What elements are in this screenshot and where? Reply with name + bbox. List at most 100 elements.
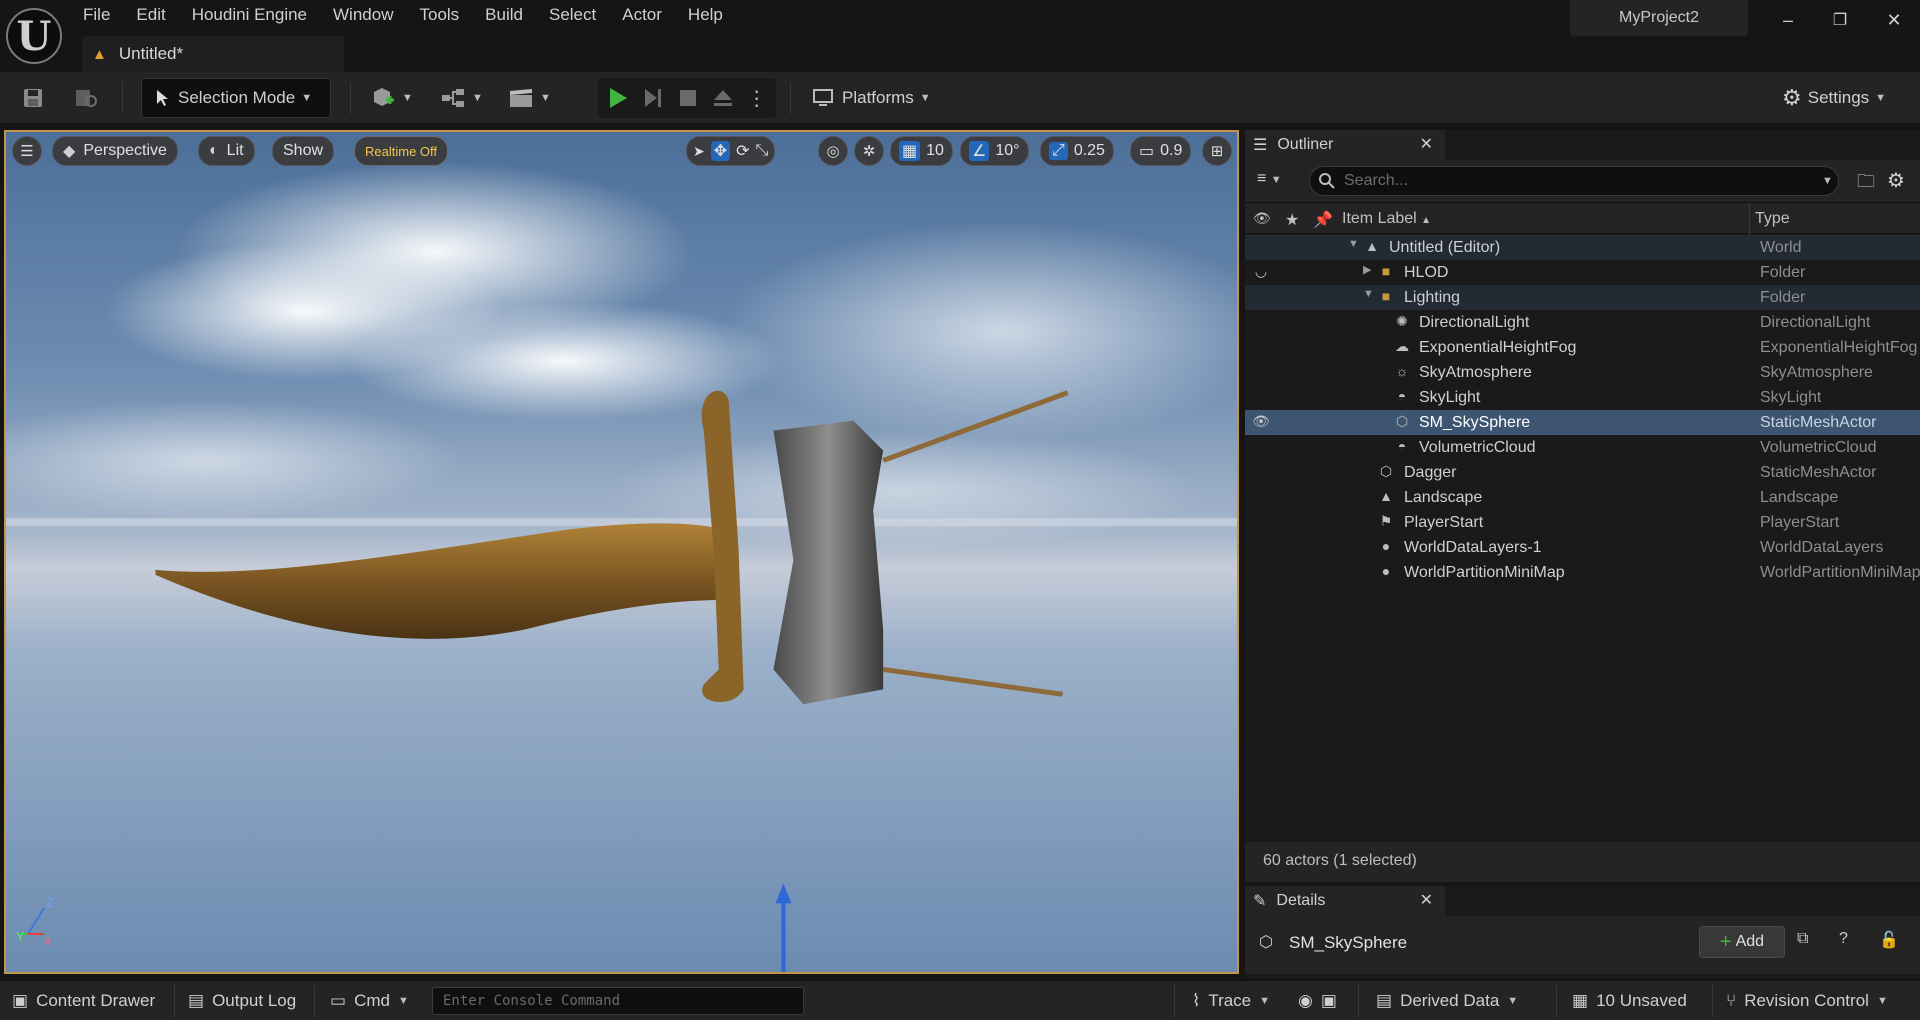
- derived-data-dropdown[interactable]: ▤ Derived Data ▼: [1376, 987, 1518, 1015]
- close-window-button[interactable]: ✕: [1874, 4, 1914, 36]
- menu-actor[interactable]: Actor: [609, 0, 675, 30]
- rotation-snap-toggle[interactable]: ∠ 10°: [960, 136, 1029, 166]
- console-command-input[interactable]: [432, 987, 804, 1015]
- filter-dropdown[interactable]: ≡ ▼: [1257, 170, 1282, 188]
- gear-icon[interactable]: ⚙: [1887, 168, 1905, 193]
- close-icon[interactable]: ✕: [1420, 890, 1433, 910]
- level-tab[interactable]: ▲ Untitled*: [82, 36, 344, 72]
- play-icon[interactable]: [607, 86, 629, 110]
- menu-edit[interactable]: Edit: [123, 0, 178, 30]
- outliner-row[interactable]: ✺ DirectionalLight DirectionalLight: [1245, 310, 1920, 335]
- blueprints-dropdown[interactable]: ▼: [440, 78, 483, 118]
- cmd-dropdown[interactable]: ▭ Cmd ▼: [330, 987, 409, 1015]
- add-actor-dropdown[interactable]: ▼: [370, 78, 413, 118]
- outliner-row[interactable]: ● WorldDataLayers-1 WorldDataLayers: [1245, 535, 1920, 560]
- menu-window[interactable]: Window: [320, 0, 406, 30]
- rotate-tool-icon[interactable]: ⟳: [736, 141, 749, 161]
- outliner-row-selected[interactable]: 👁 ⬡ SM_SkySphere StaticMeshActor: [1245, 410, 1920, 435]
- eye-icon[interactable]: 👁: [1251, 413, 1271, 430]
- menu-build[interactable]: Build: [472, 0, 536, 30]
- branch-icon: ⑂: [1726, 991, 1737, 1010]
- menu-tools[interactable]: Tools: [406, 0, 472, 30]
- help-icon[interactable]: ?: [1839, 930, 1848, 948]
- favorite-column-icon[interactable]: ★: [1285, 210, 1299, 230]
- outliner-row[interactable]: ⚑ PlayerStart PlayerStart: [1245, 510, 1920, 535]
- platforms-dropdown[interactable]: Platforms ▼: [812, 78, 931, 118]
- hamburger-icon: ☰: [20, 143, 34, 160]
- outliner-search[interactable]: ▼: [1309, 166, 1839, 196]
- search-input[interactable]: [1344, 172, 1814, 190]
- clapperboard-icon: [510, 89, 532, 107]
- directional-light-icon: ✺: [1396, 313, 1408, 329]
- record-buttons[interactable]: ◉ ▣: [1298, 987, 1337, 1015]
- menu-file[interactable]: File: [70, 0, 123, 30]
- status-bar: ▣ Content Drawer ▤ Output Log ▭ Cmd ▼ ⌇ …: [0, 980, 1920, 1020]
- outliner-tab[interactable]: ☰ Outliner ✕: [1245, 130, 1445, 160]
- expand-icon[interactable]: ▶: [1363, 263, 1371, 276]
- settings-dropdown[interactable]: ⚙ Settings ▼: [1782, 78, 1886, 118]
- item-label-header[interactable]: Item Label ▲: [1342, 210, 1431, 228]
- close-icon[interactable]: ✕: [1420, 134, 1433, 154]
- content-drawer-button[interactable]: ▣ Content Drawer: [12, 987, 155, 1015]
- camera-speed-button[interactable]: ▭ 0.9: [1130, 136, 1192, 166]
- outliner-row[interactable]: ▲ Landscape Landscape: [1245, 485, 1920, 510]
- viewport-scene: [6, 161, 1237, 972]
- new-folder-icon[interactable]: 🗀: [1857, 169, 1875, 199]
- chevron-down-icon[interactable]: ▼: [1822, 175, 1833, 187]
- viewport-menu-button[interactable]: ☰: [12, 136, 42, 166]
- output-log-button[interactable]: ▤ Output Log: [188, 987, 296, 1015]
- restore-button[interactable]: ❐: [1820, 4, 1860, 36]
- outliner-row[interactable]: ◓ VolumetricCloud VolumetricCloud: [1245, 435, 1920, 460]
- selection-mode-dropdown[interactable]: Selection Mode ▼: [141, 78, 331, 118]
- surface-snapping-button[interactable]: ✲: [854, 136, 884, 166]
- collapse-icon[interactable]: ▼: [1348, 238, 1359, 250]
- revision-control-dropdown[interactable]: ⑂ Revision Control ▼: [1726, 987, 1888, 1015]
- translate-tool-icon[interactable]: ✥: [710, 141, 731, 161]
- cinematics-dropdown[interactable]: ▼: [508, 78, 551, 118]
- pin-column-icon[interactable]: 📌: [1313, 210, 1333, 230]
- chevron-down-icon: ▼: [1875, 92, 1887, 104]
- details-tab[interactable]: ✎ Details ✕: [1245, 886, 1445, 916]
- advance-frame-icon[interactable]: [642, 86, 664, 110]
- view-mode-dropdown[interactable]: ◐ Lit: [198, 136, 255, 166]
- unreal-logo[interactable]: U: [6, 8, 62, 64]
- outliner-row[interactable]: ● WorldPartitionMiniMap WorldPartitionMi…: [1245, 560, 1920, 585]
- hidden-eye-icon[interactable]: ◡: [1251, 263, 1271, 280]
- outliner-row[interactable]: ▼ ■ Lighting Folder: [1245, 285, 1920, 310]
- stop-icon[interactable]: [677, 86, 699, 110]
- menu-houdini-engine[interactable]: Houdini Engine: [179, 0, 320, 30]
- eject-icon[interactable]: [712, 86, 734, 110]
- lock-icon[interactable]: 🔓: [1879, 930, 1899, 950]
- outliner-row[interactable]: ◓ SkyLight SkyLight: [1245, 385, 1920, 410]
- browse-level-button[interactable]: [72, 78, 102, 118]
- viewport-layout-button[interactable]: ⊞: [1202, 136, 1232, 166]
- realtime-off-badge[interactable]: Realtime Off: [354, 136, 449, 166]
- menu-help[interactable]: Help: [675, 0, 736, 30]
- save-button[interactable]: [18, 78, 48, 118]
- height-fog-icon: ☁: [1395, 338, 1409, 354]
- menu-select[interactable]: Select: [536, 0, 609, 30]
- outliner-row[interactable]: ☁ ExponentialHeightFog ExponentialHeight…: [1245, 335, 1920, 360]
- more-options-icon[interactable]: ⋮: [747, 86, 767, 111]
- show-dropdown[interactable]: Show: [272, 136, 335, 166]
- select-tool-icon[interactable]: ➤: [693, 143, 705, 160]
- outliner-row[interactable]: ⬡ Dagger StaticMeshActor: [1245, 460, 1920, 485]
- visibility-column-icon[interactable]: 👁: [1253, 210, 1271, 227]
- minimize-button[interactable]: –: [1768, 4, 1808, 36]
- grid-snap-toggle[interactable]: ▦ 10: [890, 136, 953, 166]
- outliner-row[interactable]: ◡ ▶ ■ HLOD Folder: [1245, 260, 1920, 285]
- outliner-row[interactable]: ☼ SkyAtmosphere SkyAtmosphere: [1245, 360, 1920, 385]
- pencil-icon: ✎: [1253, 893, 1267, 910]
- collapse-icon[interactable]: ▼: [1363, 288, 1374, 300]
- outliner-row[interactable]: ▼ ▲ Untitled (Editor) World: [1245, 235, 1920, 260]
- unsaved-button[interactable]: ▦ 10 Unsaved: [1572, 987, 1687, 1015]
- type-header[interactable]: Type: [1755, 210, 1790, 228]
- scale-tool-icon[interactable]: ⤡: [756, 142, 769, 160]
- level-viewport[interactable]: ☰ ◆ Perspective ◐ Lit Show Realtime Off …: [4, 130, 1239, 974]
- trace-dropdown[interactable]: ⌇ Trace ▼: [1192, 987, 1270, 1015]
- perspective-dropdown[interactable]: ◆ Perspective: [52, 136, 178, 166]
- blueprint-convert-icon[interactable]: ⧉: [1797, 930, 1808, 948]
- world-local-toggle[interactable]: ◎: [818, 136, 848, 166]
- scale-snap-toggle[interactable]: ⤢ 0.25: [1040, 136, 1114, 166]
- add-component-button[interactable]: + Add: [1699, 926, 1785, 958]
